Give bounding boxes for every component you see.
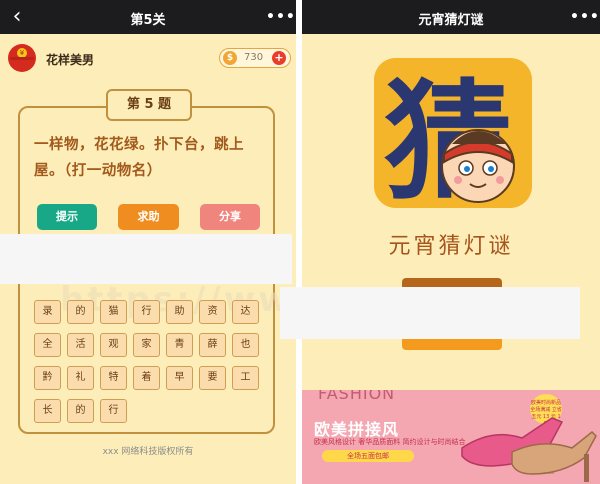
answer-character-tile[interactable]: 着	[133, 366, 160, 390]
answer-character-tile[interactable]: 录	[34, 300, 61, 324]
answer-character-tile[interactable]: 资	[199, 300, 226, 324]
guess-character-logo-icon: 猜	[374, 58, 532, 208]
navigation-bar: ‹ 第5关 •••	[0, 0, 296, 34]
high-heel-shoe-icon	[461, 417, 597, 482]
answer-character-tile[interactable]: 早	[166, 366, 193, 390]
add-coins-button[interactable]: +	[272, 51, 286, 65]
answer-character-tile[interactable]: 活	[67, 333, 94, 357]
answer-character-tile[interactable]: 也	[232, 333, 259, 357]
page-title: 元宵猜灯谜	[418, 13, 484, 28]
answer-character-tile[interactable]: 达	[232, 300, 259, 324]
copyright-text: xxx 网络科技版权所有	[102, 447, 194, 457]
answer-character-tile[interactable]: 行	[100, 399, 127, 423]
answer-character-tile[interactable]: 青	[166, 333, 193, 357]
riddle-text: 一样物，花花绿。扑下台，跳上屋。（打一动物名）	[34, 137, 244, 179]
blank-overlay	[0, 234, 292, 284]
username: 花样美男	[46, 53, 95, 67]
envelope-band	[10, 57, 34, 60]
answer-character-tile[interactable]: 特	[100, 366, 127, 390]
more-icon[interactable]: •••	[570, 8, 599, 26]
answer-character-tile[interactable]: 薛	[199, 333, 226, 357]
answer-character-tile[interactable]: 长	[34, 399, 61, 423]
answer-character-tile[interactable]: 工	[232, 366, 259, 390]
screenshot-stage: ‹ 第5关 ••• ¥ 花样美男 $ 730 + 第 5 题 一样物，花花绿。扑…	[0, 0, 600, 484]
ad-banner[interactable]: FASHION 欧美拼接风 欧美风格设计 奢华品质面料 简约设计与时尚结合 全场…	[302, 390, 600, 484]
more-icon[interactable]: •••	[266, 8, 295, 26]
help-button[interactable]: 求助	[118, 204, 179, 230]
coin-balance[interactable]: $ 730 +	[219, 48, 291, 68]
ad-fashion-heading: FASHION	[318, 390, 396, 403]
user-info-row: ¥ 花样美男 $ 730 +	[0, 40, 296, 76]
ad-subtitle: 欧美风格设计 奢华品质面料 简约设计与时尚结合	[314, 438, 466, 446]
app-logo: 猜	[374, 58, 532, 208]
answer-character-tile[interactable]: 家	[133, 333, 160, 357]
answer-character-tile[interactable]: 观	[100, 333, 127, 357]
answer-character-tile[interactable]: 猫	[100, 300, 127, 324]
answer-character-tile[interactable]: 礼	[67, 366, 94, 390]
dollar-coin-icon: $	[223, 51, 237, 65]
home-screen: 元宵猜灯谜 ••• 猜 元宵猜灯谜 FASHION 欧美拼接风 欧美风格设计 奢…	[302, 0, 600, 484]
app-title: 元宵猜灯谜	[388, 234, 514, 259]
share-button[interactable]: 分享	[200, 204, 260, 230]
answer-character-tile[interactable]: 黔	[34, 366, 61, 390]
level-screen: ‹ 第5关 ••• ¥ 花样美男 $ 730 + 第 5 题 一样物，花花绿。扑…	[0, 0, 296, 484]
question-number: 第 5 题	[106, 89, 192, 121]
answer-character-tile[interactable]: 的	[67, 399, 94, 423]
navigation-bar: 元宵猜灯谜 •••	[302, 0, 600, 34]
answer-character-tile[interactable]: 行	[133, 300, 160, 324]
answer-character-tile[interactable]: 助	[166, 300, 193, 324]
answer-character-tile[interactable]: 要	[199, 366, 226, 390]
blank-overlay	[280, 287, 580, 339]
answer-character-tile[interactable]: 的	[67, 300, 94, 324]
hint-button[interactable]: 提示	[37, 204, 97, 230]
page-title: 第5关	[130, 13, 166, 28]
red-envelope-avatar: ¥	[8, 44, 36, 72]
ad-pill: 全场五面包邮	[322, 450, 414, 462]
answer-character-tile[interactable]: 全	[34, 333, 61, 357]
coin-count: 730	[244, 52, 264, 63]
